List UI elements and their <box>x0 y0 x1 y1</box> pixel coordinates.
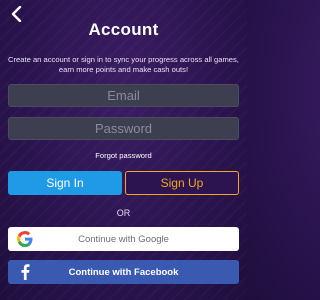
page-subtitle: Create an account or sign in to sync you… <box>8 55 239 74</box>
continue-with-facebook-button[interactable]: Continue with Facebook <box>8 260 239 284</box>
facebook-icon <box>13 260 37 284</box>
continue-with-google-button[interactable]: Continue with Google <box>8 227 239 251</box>
google-button-label: Continue with Google <box>78 233 169 245</box>
sign-up-button[interactable]: Sign Up <box>125 171 239 195</box>
or-divider: OR <box>116 208 131 218</box>
password-field[interactable] <box>8 117 239 140</box>
sign-in-button[interactable]: Sign In <box>8 171 122 195</box>
page-title: Account <box>88 20 159 39</box>
google-icon <box>13 227 37 251</box>
email-field[interactable] <box>8 84 239 107</box>
facebook-button-label: Continue with Facebook <box>68 266 179 278</box>
forgot-password-link[interactable]: Forgot password <box>0 151 247 160</box>
